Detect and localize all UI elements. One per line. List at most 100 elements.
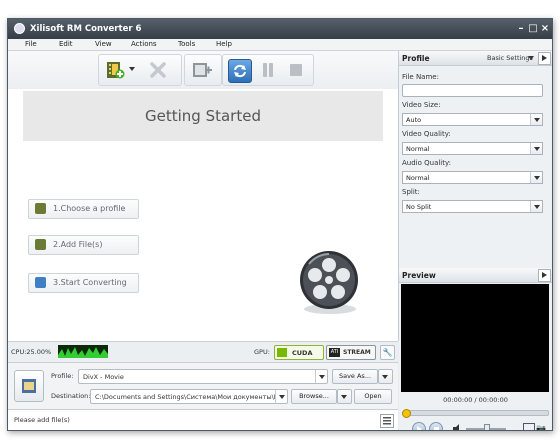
menu-file[interactable]: File — [25, 40, 37, 48]
profile-panel-title: Profile — [402, 54, 430, 63]
log-panel-button[interactable] — [380, 414, 394, 428]
step-start-converting-button[interactable]: 3.Start Converting — [28, 273, 139, 293]
speaker-icon — [453, 424, 459, 430]
volume-slider[interactable] — [466, 424, 506, 430]
toolbar-group-files — [98, 54, 182, 86]
menu-tools[interactable]: Tools — [178, 40, 195, 48]
convert-small-icon — [35, 277, 46, 288]
profile-label: Profile: — [51, 372, 74, 380]
step-choose-profile-button[interactable]: 1.Choose a profile — [28, 199, 139, 219]
chevron-down-icon[interactable] — [530, 143, 542, 154]
chevron-down-icon — [341, 395, 347, 399]
chevron-right-icon — [542, 55, 547, 61]
browse-button[interactable]: Browse... — [291, 389, 337, 404]
play-icon — [417, 426, 422, 430]
preview-time: 00:00:00 / 00:00:00 — [443, 396, 508, 404]
menu-actions[interactable]: Actions — [131, 40, 157, 48]
app-logo-icon — [14, 23, 25, 34]
add-video-icon — [107, 62, 125, 79]
volume-icon[interactable] — [452, 424, 462, 430]
cuda-label: CUDA — [292, 349, 313, 357]
video-quality-select[interactable]: Normal — [402, 142, 543, 155]
toolbar-group-segment — [184, 54, 222, 86]
camera-icon[interactable]: 📷 — [536, 424, 546, 430]
profile-select[interactable]: DivX - Movie — [78, 369, 328, 384]
play-button[interactable] — [412, 422, 426, 430]
audio-quality-select[interactable]: Normal — [402, 171, 543, 184]
settings-wrench-icon[interactable]: 🔧 — [380, 345, 395, 360]
stop-icon — [290, 64, 302, 76]
cpu-usage-text: CPU:25.00% — [11, 348, 52, 356]
basic-settings-dropdown[interactable]: Basic Settings — [487, 54, 533, 62]
preview-expand-button[interactable] — [538, 269, 551, 282]
menu-view[interactable]: View — [95, 40, 112, 48]
getting-started-heading: Getting Started — [145, 107, 261, 125]
list-icon — [383, 417, 391, 425]
browse-dropdown-button[interactable] — [337, 389, 352, 404]
menu-bar: File Edit View Actions Tools Help — [8, 39, 552, 51]
save-as-button[interactable]: Save As... — [332, 369, 378, 384]
profile-panel: Profile Basic Settings File Name: Video … — [399, 51, 552, 430]
add-file-button[interactable] — [105, 59, 127, 81]
stop-square-icon — [433, 426, 439, 430]
audio-quality-label: Audio Quality: — [402, 159, 451, 167]
video-size-select[interactable]: Auto — [402, 113, 543, 126]
menu-edit[interactable]: Edit — [59, 40, 73, 48]
chevron-down-icon[interactable] — [530, 172, 542, 183]
toolbar-group-convert — [222, 54, 314, 86]
step-label: 2.Add File(s) — [53, 240, 103, 249]
pause-button[interactable] — [257, 59, 279, 81]
getting-started-banner: Getting Started — [23, 91, 383, 141]
destination-label: Destination: — [51, 392, 91, 400]
add-dropdown-arrow-icon[interactable] — [129, 67, 135, 71]
seek-handle[interactable] — [402, 409, 411, 418]
add-file-icon — [35, 239, 46, 250]
cpu-graph-icon — [58, 347, 108, 358]
stop-button[interactable] — [285, 59, 307, 81]
gpu-label: GPU: — [254, 348, 270, 356]
file-name-label: File Name: — [402, 73, 439, 81]
status-bar: Please add file(s) — [8, 409, 398, 430]
profile-type-button[interactable] — [14, 370, 44, 402]
destination-field[interactable]: C:\Documents and Settings\Система\Мои до… — [90, 389, 288, 404]
profile-panel-header: Profile Basic Settings — [399, 51, 552, 66]
chevron-down-icon[interactable] — [530, 201, 542, 212]
toolbar — [8, 51, 398, 89]
chevron-down-icon[interactable] — [315, 370, 327, 383]
status-text: Please add file(s) — [14, 416, 70, 424]
video-quality-value: Normal — [406, 145, 430, 153]
film-profile-icon — [22, 379, 36, 393]
save-as-dropdown-button[interactable] — [378, 369, 393, 384]
remove-button[interactable] — [147, 59, 169, 81]
preview-seek-bar[interactable] — [402, 409, 549, 418]
preview-panel-title: Preview — [402, 271, 436, 280]
chevron-down-icon — [382, 375, 388, 379]
volume-handle[interactable] — [484, 424, 490, 430]
stop-playback-button[interactable] — [429, 422, 443, 430]
menu-help[interactable]: Help — [216, 40, 232, 48]
step-label: 3.Start Converting — [53, 278, 127, 287]
remove-x-icon — [150, 62, 166, 78]
panel-expand-button[interactable] — [538, 52, 551, 65]
video-quality-label: Video Quality: — [402, 130, 451, 138]
minimize-icon[interactable]: – — [515, 22, 527, 35]
step-add-files-button[interactable]: 2.Add File(s) — [28, 235, 139, 255]
maximize-icon[interactable]: □ — [527, 22, 539, 35]
chevron-down-icon[interactable] — [275, 390, 287, 403]
chevron-down-icon[interactable] — [528, 56, 534, 60]
stream-label: STREAM — [343, 349, 371, 356]
cpu-gpu-bar: CPU:25.00% GPU: CUDA ATI STREAM 🔧 — [8, 341, 398, 362]
stream-badge[interactable]: ATI STREAM — [326, 345, 376, 360]
preview-panel-header: Preview — [399, 268, 552, 283]
split-select[interactable]: No Split — [402, 200, 543, 213]
open-button[interactable]: Open — [354, 389, 392, 404]
nvidia-logo-icon — [277, 348, 287, 357]
convert-button[interactable] — [228, 59, 252, 83]
file-name-input[interactable] — [402, 84, 543, 97]
snapshot-window-icon[interactable] — [523, 423, 535, 430]
close-icon[interactable]: × — [539, 22, 551, 35]
cuda-badge[interactable]: CUDA — [274, 345, 324, 360]
add-segment-button[interactable] — [191, 59, 213, 81]
chevron-down-icon[interactable] — [530, 114, 542, 125]
window-title: Xilisoft RM Converter 6 — [30, 24, 142, 34]
